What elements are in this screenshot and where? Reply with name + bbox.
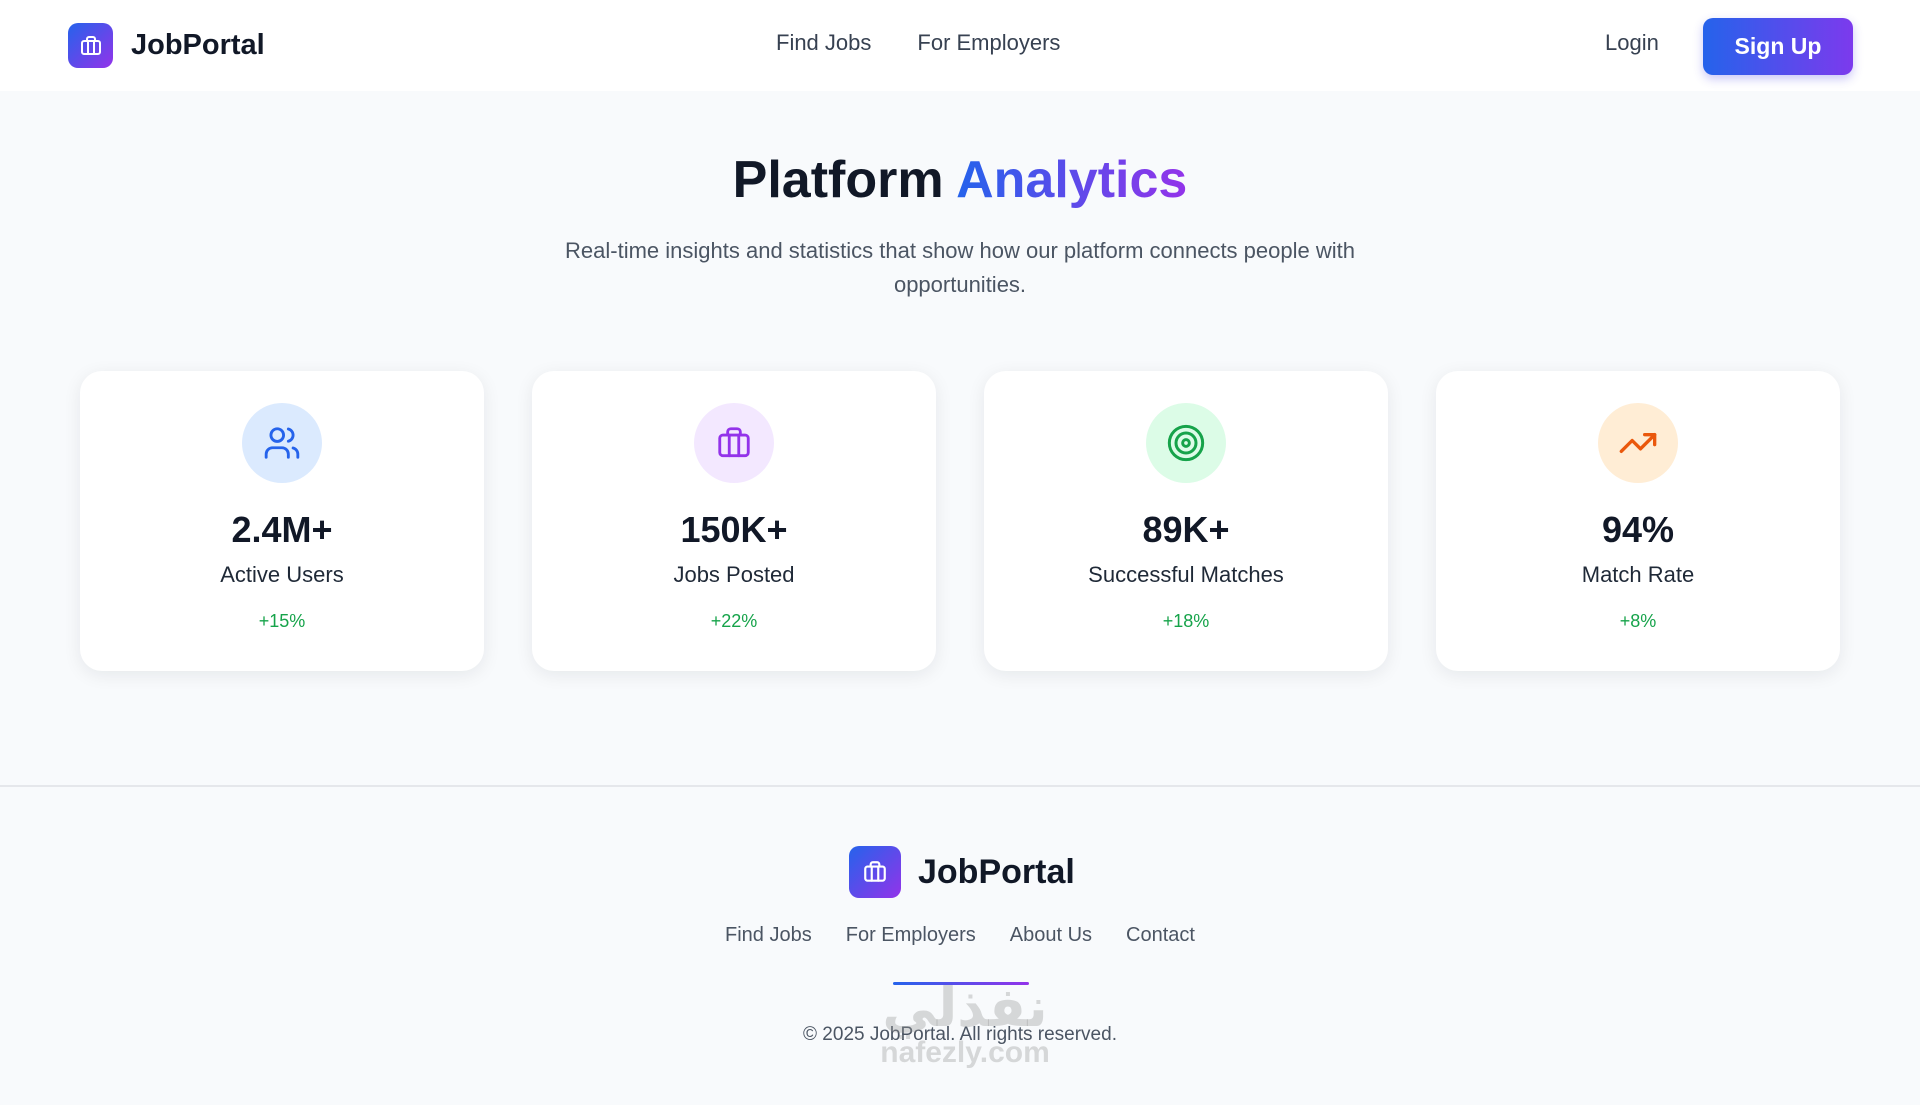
- login-link[interactable]: Login: [1605, 30, 1659, 56]
- title-gradient: Analytics: [956, 151, 1188, 209]
- top-navbar: JobPortal Find Jobs For Employers Login …: [0, 0, 1920, 91]
- footer-brand[interactable]: JobPortal: [849, 846, 1075, 898]
- footer: JobPortal Find Jobs For Employers About …: [0, 785, 1920, 1105]
- main-nav: Find Jobs For Employers: [776, 30, 1106, 56]
- users-icon: [242, 403, 322, 483]
- sign-up-button[interactable]: Sign Up: [1703, 18, 1853, 75]
- target-icon: [1146, 403, 1226, 483]
- stat-label: Match Rate: [1581, 562, 1695, 587]
- footer-brand-name: JobPortal: [918, 852, 1075, 891]
- page-title: Platform Analytics: [0, 150, 1920, 210]
- page-subtitle: Real-time insights and statistics that s…: [565, 238, 1355, 297]
- stat-card-successful-matches: 89K+ Successful Matches +18%: [984, 371, 1388, 671]
- briefcase-icon: [849, 846, 901, 898]
- stat-value: 89K+: [1142, 509, 1230, 550]
- stats-grid: 2.4M+ Active Users +15% 150K+ Jobs Poste…: [80, 371, 1842, 671]
- nav-for-employers[interactable]: For Employers: [917, 30, 1060, 56]
- copyright: © 2025 JobPortal. All rights reserved.: [803, 1024, 1117, 1045]
- stat-value: 94%: [1601, 509, 1675, 550]
- footer-link-for-employers[interactable]: For Employers: [846, 924, 976, 947]
- stat-card-match-rate: 94% Match Rate +8%: [1436, 371, 1840, 671]
- footer-link-contact[interactable]: Contact: [1126, 924, 1195, 947]
- nav-find-jobs[interactable]: Find Jobs: [776, 30, 871, 56]
- stat-change: +15%: [258, 611, 306, 631]
- brand-name: JobPortal: [131, 29, 265, 61]
- stat-change: +18%: [1162, 611, 1210, 631]
- footer-links: Find Jobs For Employers About Us Contact: [0, 924, 1920, 947]
- footer-link-find-jobs[interactable]: Find Jobs: [725, 924, 812, 947]
- brand-logo-link[interactable]: JobPortal: [68, 23, 265, 68]
- stat-label: Active Users: [220, 562, 344, 587]
- stat-value: 2.4M+: [231, 509, 333, 550]
- title-plain: Platform: [732, 151, 944, 209]
- stat-label: Jobs Posted: [673, 562, 795, 587]
- stat-card-active-users: 2.4M+ Active Users +15%: [80, 371, 484, 671]
- stat-label: Successful Matches: [1088, 562, 1284, 587]
- footer-divider: [893, 982, 1029, 985]
- stat-change: +8%: [1619, 611, 1657, 631]
- stat-change: +22%: [710, 611, 758, 631]
- stat-value: 150K+: [680, 509, 788, 550]
- footer-link-about-us[interactable]: About Us: [1010, 924, 1092, 947]
- trending-up-icon: [1598, 403, 1678, 483]
- briefcase-icon: [694, 403, 774, 483]
- briefcase-icon: [68, 23, 113, 68]
- stat-card-jobs-posted: 150K+ Jobs Posted +22%: [532, 371, 936, 671]
